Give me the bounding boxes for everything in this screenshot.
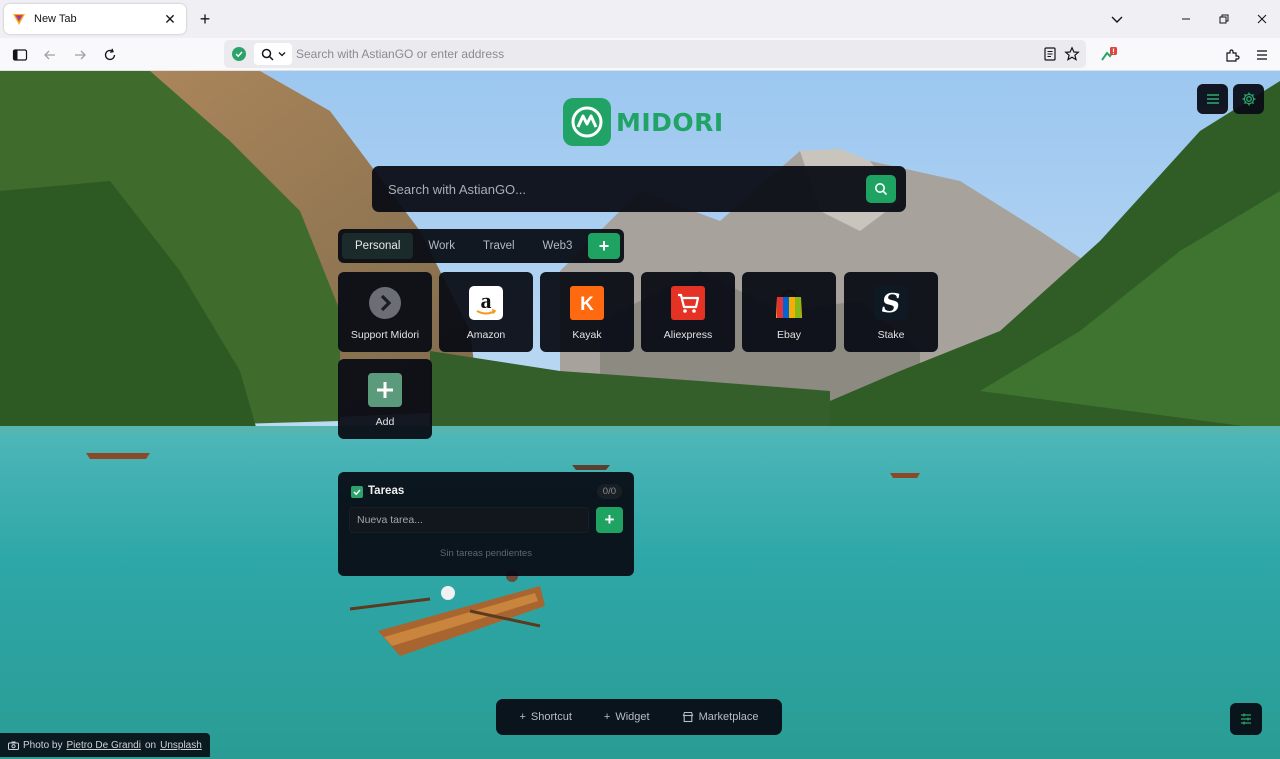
restore-window-icon[interactable] <box>1213 8 1235 30</box>
stake-icon: S <box>874 286 908 320</box>
tasks-empty-message: Sin tareas pendientes <box>440 548 532 559</box>
shortcut-label: Add <box>375 416 395 428</box>
credit-prefix: Photo by <box>23 739 63 751</box>
shortcut-aliexpress[interactable]: Aliexpress <box>641 272 735 352</box>
shortcut-ebay[interactable]: Ebay <box>742 272 836 352</box>
tracking-protection-icon[interactable] <box>232 47 246 61</box>
chevron-right-icon <box>368 286 402 320</box>
dock-marketplace-label: Marketplace <box>698 711 759 723</box>
unsplash-link[interactable]: Unsplash <box>160 740 202 751</box>
svg-text:S: S <box>882 289 901 319</box>
bottom-dock: + Shortcut + Widget Marketplace <box>496 699 782 735</box>
add-widget-dock-button[interactable]: + Widget <box>604 711 650 723</box>
navigation-toolbar <box>0 38 1280 71</box>
shortcut-label: Support Midori <box>350 329 420 341</box>
reader-view-icon[interactable] <box>1042 46 1058 62</box>
address-bar[interactable] <box>224 40 1086 68</box>
chevron-down-icon <box>278 52 285 57</box>
aliexpress-icon <box>671 286 705 320</box>
tasks-title: Tareas <box>368 485 405 497</box>
search-engine-selector[interactable] <box>254 43 292 65</box>
search-input[interactable] <box>388 166 848 212</box>
svg-text:a: a <box>481 288 492 313</box>
shortcut-kayak[interactable]: K Kayak <box>540 272 634 352</box>
forward-icon[interactable] <box>69 44 91 66</box>
list-all-tabs-icon[interactable] <box>1106 8 1128 30</box>
photo-author-link[interactable]: Pietro De Grandi <box>66 740 140 751</box>
search-icon <box>261 48 274 61</box>
add-group-button[interactable]: + <box>588 233 620 259</box>
ebay-icon <box>772 286 806 320</box>
camera-icon <box>8 741 19 750</box>
settings-button[interactable] <box>1233 84 1264 114</box>
shortcut-label: Stake <box>877 329 905 341</box>
shortcut-groups-tabs: Personal Work Travel Web3 + <box>338 229 624 263</box>
menu-button[interactable] <box>1197 84 1228 114</box>
tab-strip: New Tab ✕ + <box>0 0 1280 38</box>
tasks-widget: Tareas 0/0 + Sin tareas pendientes <box>338 472 634 576</box>
search-button[interactable] <box>866 175 896 203</box>
new-tab-button[interactable]: + <box>194 8 216 30</box>
search-icon <box>875 183 888 196</box>
extension-alert-icon[interactable] <box>1098 44 1120 66</box>
close-tab-icon[interactable]: ✕ <box>162 11 178 28</box>
browser-tab[interactable]: New Tab ✕ <box>4 4 186 34</box>
tab-travel[interactable]: Travel <box>470 233 528 259</box>
sidebar-toggle-icon[interactable] <box>9 44 31 66</box>
minimize-window-icon[interactable] <box>1175 8 1197 30</box>
gear-icon <box>1242 92 1255 106</box>
add-shortcut-dock-button[interactable]: + Shortcut <box>519 711 571 723</box>
shortcut-amazon[interactable]: a Amazon <box>439 272 533 352</box>
shortcut-stake[interactable]: S Stake <box>844 272 938 352</box>
midori-logo: MIDORI <box>563 98 724 146</box>
svg-text:K: K <box>580 294 594 315</box>
logo-text: MIDORI <box>616 107 724 137</box>
close-window-icon[interactable] <box>1251 8 1273 30</box>
midori-favicon-icon <box>13 14 25 25</box>
credit-on: on <box>144 739 157 751</box>
plus-icon <box>368 373 402 407</box>
shortcut-label: Amazon <box>466 329 506 341</box>
add-shortcut-button[interactable]: Add <box>338 359 432 439</box>
marketplace-dock-button[interactable]: Marketplace <box>682 711 759 723</box>
store-icon <box>682 711 693 723</box>
customize-layout-button[interactable] <box>1230 703 1262 735</box>
search-box <box>372 166 906 212</box>
app-menu-icon[interactable] <box>1251 44 1273 66</box>
new-tab-page: MIDORI Personal Work Travel Web3 + Suppo… <box>0 71 1280 759</box>
shortcut-support-midori[interactable]: Support Midori <box>338 272 432 352</box>
bookmark-star-icon[interactable] <box>1064 46 1080 62</box>
add-task-button[interactable]: + <box>596 507 623 533</box>
tab-work[interactable]: Work <box>415 233 468 259</box>
tab-personal[interactable]: Personal <box>342 233 414 259</box>
reload-icon[interactable] <box>99 44 121 66</box>
new-task-input[interactable] <box>349 507 589 533</box>
amazon-icon: a <box>469 286 503 320</box>
tasks-count-badge: 0/0 <box>596 484 622 499</box>
extensions-puzzle-icon[interactable] <box>1221 44 1243 66</box>
shortcut-label: Aliexpress <box>663 329 713 341</box>
hamburger-menu-icon <box>1206 94 1219 104</box>
dock-widget-label: Widget <box>615 711 650 723</box>
shortcut-label: Kayak <box>572 329 602 341</box>
address-input[interactable] <box>296 40 996 68</box>
midori-logo-icon <box>563 98 611 146</box>
plus-icon: + <box>603 711 611 723</box>
photo-credit: Photo by Pietro De Grandi on Unsplash <box>0 733 210 757</box>
dock-shortcut-label: Shortcut <box>530 711 572 723</box>
tab-web3[interactable]: Web3 <box>530 233 586 259</box>
checkbox-icon <box>351 486 363 498</box>
back-icon[interactable] <box>39 44 61 66</box>
sliders-icon <box>1241 713 1251 725</box>
kayak-icon: K <box>570 286 604 320</box>
shortcut-label: Ebay <box>777 329 801 341</box>
plus-icon: + <box>519 711 526 723</box>
tab-title: New Tab <box>34 13 77 25</box>
